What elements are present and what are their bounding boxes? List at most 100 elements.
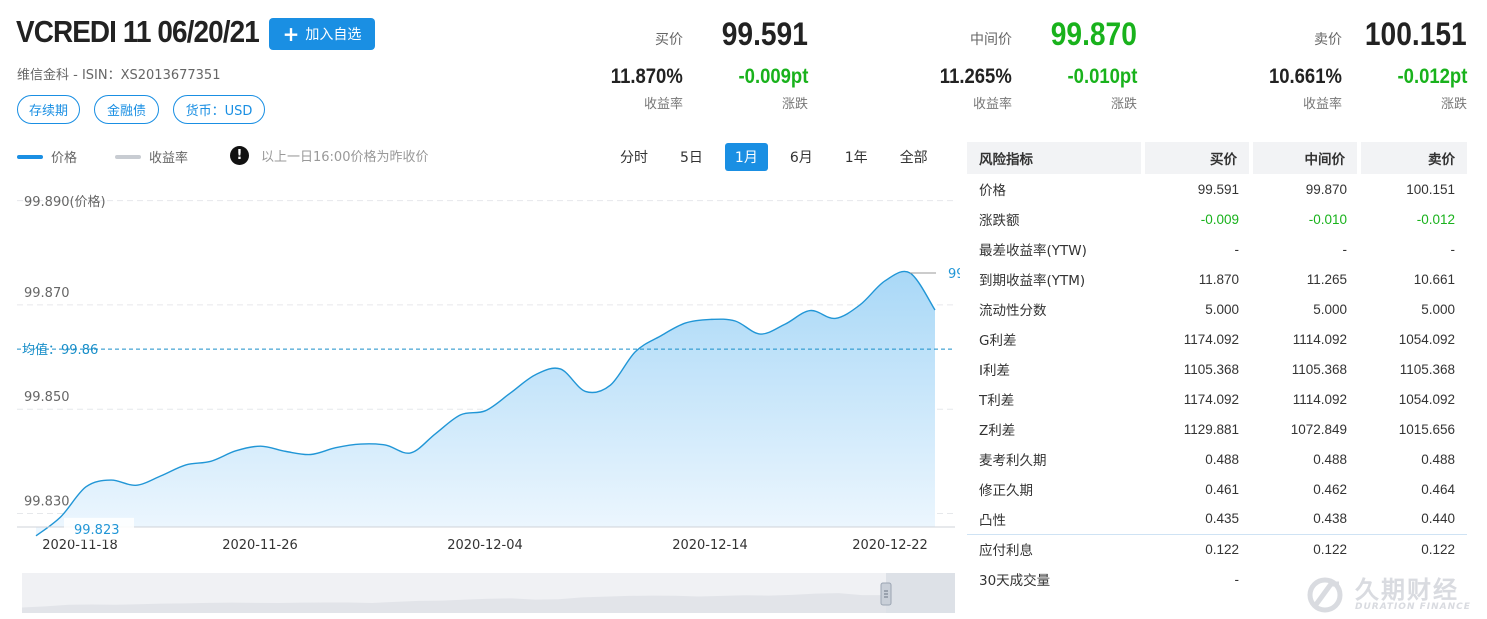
exclamation-icon: ! bbox=[230, 146, 249, 165]
mid-change: -0.010pt bbox=[1067, 65, 1137, 88]
risk-metric-value: 99.870 bbox=[1305, 181, 1347, 197]
risk-metric-value: 0.488 bbox=[1313, 451, 1347, 467]
mid-yield: 11.265% bbox=[940, 65, 1012, 88]
risk-metric-value: 0.440 bbox=[1359, 504, 1467, 535]
risk-metric-value: 1114.092 bbox=[1292, 391, 1347, 407]
risk-metric-value: 1072.849 bbox=[1290, 421, 1347, 437]
y-tick-label: 99.850 bbox=[24, 390, 70, 405]
mid-yield-label: 收益率 bbox=[972, 97, 1012, 112]
ask-yield-label: 收益率 bbox=[1302, 97, 1342, 112]
tag-type[interactable]: 金融债 bbox=[94, 95, 159, 124]
risk-metric-name: 价格 bbox=[979, 183, 1006, 199]
risk-table-row: 到期收益率(YTM) 11.870 11.265 10.661 bbox=[967, 264, 1467, 294]
legend-price[interactable]: 价格 bbox=[17, 147, 77, 166]
x-tick-label: 2020-11-26 bbox=[222, 538, 298, 553]
add-to-watchlist-label: 加入自选 bbox=[305, 27, 362, 43]
tab-all[interactable]: 全部 bbox=[890, 143, 938, 171]
legend-note: ! 以上一日16:00价格为昨收价 bbox=[230, 146, 428, 165]
risk-metric-value: 0.435 bbox=[1143, 504, 1251, 535]
risk-metric-value: 1105.368 bbox=[1183, 361, 1239, 377]
risk-metric-value: - bbox=[1234, 241, 1240, 257]
risk-metric-value: 0.464 bbox=[1421, 481, 1455, 497]
risk-table-row: 修正久期 0.461 0.462 0.464 bbox=[967, 474, 1467, 504]
legend-yield[interactable]: 收益率 bbox=[115, 147, 188, 166]
risk-metric-name: Z利差 bbox=[979, 423, 1016, 439]
tag-currency[interactable]: 货币：USD bbox=[173, 95, 265, 124]
risk-table-row: 麦考利久期 0.488 0.488 0.488 bbox=[967, 444, 1467, 474]
risk-table-row: 涨跌额 -0.009 -0.010 -0.012 bbox=[967, 204, 1467, 234]
x-tick-label: 2020-12-22 bbox=[852, 538, 928, 553]
bid-label: 买价 bbox=[655, 32, 683, 48]
tag-status[interactable]: 存续期 bbox=[17, 95, 80, 124]
risk-metric-value: 5.000 bbox=[1313, 301, 1347, 317]
risk-metric-value: - bbox=[1234, 571, 1240, 587]
risk-metric-value: 0.462 bbox=[1313, 481, 1347, 497]
ask-change: -0.012pt bbox=[1397, 65, 1467, 88]
risk-table-row: T利差 1174.092 1114.092 1054.092 bbox=[967, 384, 1467, 414]
bid-price: 99.591 bbox=[721, 16, 808, 52]
risk-metric-value: 1114.092 bbox=[1292, 331, 1347, 347]
risk-metric-value: 10.661 bbox=[1413, 271, 1455, 287]
risk-metric-value: 1174.092 bbox=[1183, 331, 1239, 347]
x-tick-label: 2020-11-18 bbox=[42, 538, 118, 553]
ask-change-label: 涨跌 bbox=[1440, 97, 1467, 112]
legend-yield-label: 收益率 bbox=[149, 151, 189, 166]
bid-yield-label: 收益率 bbox=[643, 97, 683, 112]
add-to-watchlist-button[interactable]: + 加入自选 bbox=[269, 18, 375, 50]
risk-metric-value: 0.122 bbox=[1313, 541, 1347, 557]
zoom-navigator-selection[interactable] bbox=[886, 573, 955, 613]
legend-yield-swatch bbox=[115, 154, 141, 159]
risk-metric-value: - bbox=[1450, 241, 1456, 257]
tab-1m[interactable]: 1月 bbox=[724, 143, 768, 171]
y-tick-label: 99.870 bbox=[24, 286, 70, 301]
risk-metrics-table: 风险指标 买价 中间价 卖价 价格 99.591 99.870 100.151 涨跌额 -… bbox=[967, 142, 1467, 594]
risk-metric-name: 涨跌额 bbox=[979, 213, 1020, 229]
risk-metric-value: 1015.656 bbox=[1398, 421, 1455, 437]
issuer-isin: 维信金科 - ISIN：XS2013677351 bbox=[17, 68, 221, 83]
mid-change-label: 涨跌 bbox=[1110, 97, 1137, 112]
risk-metric-value: 0.461 bbox=[1205, 481, 1239, 497]
risk-table-row: 价格 99.591 99.870 100.151 bbox=[967, 174, 1467, 204]
tab-intraday[interactable]: 分时 bbox=[610, 143, 658, 171]
risk-metric-value: 11.870 bbox=[1198, 271, 1239, 287]
ask-label: 卖价 bbox=[1314, 32, 1342, 48]
risk-metric-value: 1105.368 bbox=[1291, 361, 1347, 377]
mid-label: 中间价 bbox=[970, 32, 1012, 48]
mean-label: 均值：99.86 bbox=[22, 342, 98, 358]
risk-table-header: 风险指标 买价 中间价 卖价 bbox=[967, 142, 1467, 174]
legend-note-text: 以上一日16:00价格为昨收价 bbox=[261, 150, 429, 165]
risk-metric-name: 应付利息 bbox=[979, 543, 1033, 560]
risk-metric-value: 0.122 bbox=[1421, 541, 1455, 557]
risk-metric-value: 99.591 bbox=[1197, 181, 1239, 197]
risk-table-row: I利差 1105.368 1105.368 1105.368 bbox=[967, 354, 1467, 384]
risk-header-bid: 买价 bbox=[1143, 142, 1253, 174]
price-chart[interactable]: 99.870 99.850 99.830 2020-11-18 2020-11-26 2… bbox=[0, 180, 965, 619]
x-tick-label: 2020-12-14 bbox=[672, 538, 748, 553]
risk-metric-name: 最差收益率(YTW) bbox=[979, 243, 1087, 259]
risk-metric-value: -0.012 bbox=[1416, 211, 1455, 227]
y-axis-title: 99.890(价格) bbox=[24, 194, 106, 210]
risk-metric-name: I利差 bbox=[979, 363, 1010, 379]
max-value-label: 99 bbox=[948, 267, 960, 282]
risk-metric-value: 100.151 bbox=[1406, 181, 1455, 197]
risk-metric-name: T利差 bbox=[979, 393, 1015, 409]
price-chart-svg: 99.870 99.850 99.830 2020-11-18 2020-11-26 2… bbox=[17, 194, 965, 613]
risk-metric-value: 0.488 bbox=[1205, 451, 1239, 467]
risk-table-row: 流动性分数 5.000 5.000 5.000 bbox=[967, 294, 1467, 324]
zoom-handle-left[interactable] bbox=[880, 582, 892, 606]
risk-metric-value: 11.265 bbox=[1306, 271, 1347, 287]
risk-metric-value: 1129.881 bbox=[1183, 421, 1239, 437]
risk-metric-name: 到期收益率(YTM) bbox=[979, 273, 1086, 289]
bid-change-label: 涨跌 bbox=[781, 97, 808, 112]
bid-change: -0.009pt bbox=[738, 65, 808, 88]
risk-metric-value: 5.000 bbox=[1205, 301, 1239, 317]
tab-1y[interactable]: 1年 bbox=[835, 143, 878, 171]
risk-metric-value: 1105.368 bbox=[1399, 361, 1455, 377]
risk-header-ask: 卖价 bbox=[1359, 142, 1467, 174]
tab-6m[interactable]: 6月 bbox=[780, 143, 823, 171]
risk-table-row: G利差 1174.092 1114.092 1054.092 bbox=[967, 324, 1467, 354]
tab-5d[interactable]: 5日 bbox=[670, 143, 713, 171]
duration-finance-logo: 久期财经 DURATION FINANCE bbox=[1305, 576, 1471, 614]
plus-icon: + bbox=[282, 22, 300, 46]
risk-metric-value: 1174.092 bbox=[1183, 391, 1239, 407]
